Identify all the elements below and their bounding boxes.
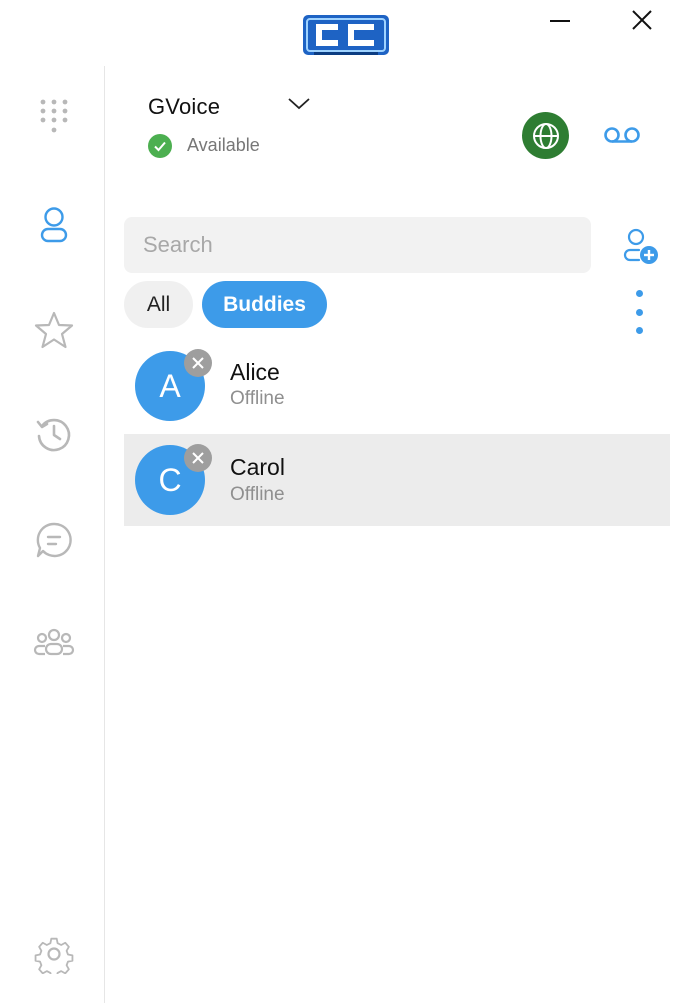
more-options-button[interactable] [626,290,652,334]
kebab-dot-icon [635,327,643,334]
add-user-icon [623,228,658,264]
softphone-window: GVoice Available Search All Buddies A Al… [0,0,687,1003]
status-text[interactable]: Available [187,135,260,156]
sidebar-item-contacts[interactable] [30,201,78,249]
search-input[interactable] [124,217,583,273]
history-icon [36,418,71,452]
sidebar-item-chat[interactable] [30,516,78,564]
remove-contact-button[interactable] [184,444,212,472]
app-logo [300,12,392,58]
sidebar-item-favorites[interactable] [30,306,78,354]
account-dropdown-button[interactable] [286,94,312,114]
contacts-icon [40,207,68,243]
close-icon [632,10,652,30]
globe-icon [532,122,559,149]
chat-icon [36,522,72,558]
chevron-down-icon [288,98,310,110]
sidebar-item-history[interactable] [30,410,78,458]
contact-row[interactable]: C Carol Offline [124,434,670,526]
contact-name: Carol [230,454,285,480]
minimize-button[interactable] [542,6,578,36]
sidebar-item-dialpad[interactable] [30,93,78,141]
sidebar-divider [104,66,105,1003]
group-icon [33,628,75,656]
status-indicator [148,134,172,158]
search-box [124,217,591,273]
close-button[interactable] [624,6,660,36]
filter-all[interactable]: All [124,281,193,328]
dialpad-icon [40,99,68,133]
close-icon [192,357,204,369]
voicemail-icon [604,127,640,143]
globe-button[interactable] [522,112,569,159]
filter-buddies[interactable]: Buddies [202,281,327,328]
close-icon [192,452,204,464]
kebab-dot-icon [635,290,643,297]
sidebar-item-groups[interactable] [30,619,78,667]
contact-status: Offline [230,484,285,505]
add-contact-button[interactable] [618,226,662,266]
check-icon [154,141,166,152]
remove-contact-button[interactable] [184,349,212,377]
voicemail-button[interactable] [600,118,644,152]
star-icon [34,311,74,349]
contact-name: Alice [230,359,280,385]
minimize-icon [550,20,570,22]
account-name[interactable]: GVoice [148,94,220,120]
settings-button[interactable] [30,930,78,978]
gear-icon [34,937,74,974]
contact-status: Offline [230,388,285,409]
kebab-dot-icon [635,308,643,316]
contact-row[interactable]: A Alice Offline [124,349,670,441]
